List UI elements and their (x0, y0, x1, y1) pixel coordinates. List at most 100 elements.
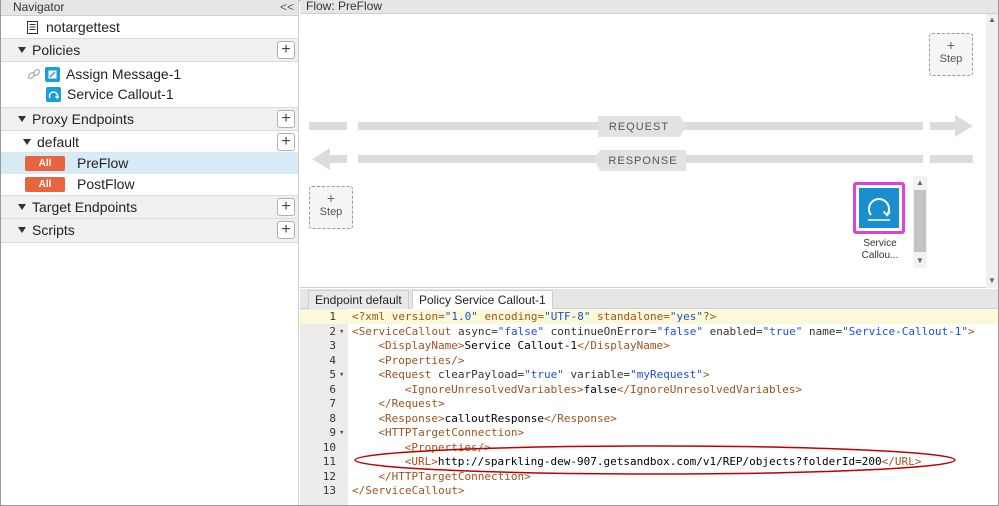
add-flow-button[interactable]: + (277, 133, 295, 151)
code-line[interactable]: 5 ▾ <Request clearPayload="true" variable=… (300, 368, 998, 383)
line-number: 1 (329, 310, 336, 323)
code-line[interactable]: 2 ▾ <ServiceCallout async="false" continue… (300, 325, 998, 340)
code-token: <URL> (404, 455, 438, 468)
service-callout-step[interactable] (853, 182, 905, 234)
scroll-up-icon[interactable]: ▲ (916, 178, 924, 187)
proxy-item[interactable]: notargettest (1, 16, 298, 38)
line-number: 5 (329, 368, 336, 381)
code-token: "1.0" (444, 310, 478, 323)
scroll-up-icon[interactable]: ▲ (988, 15, 996, 24)
collapse-navigator-button[interactable]: << (280, 0, 294, 14)
flow-label: PostFlow (77, 176, 135, 192)
code-token: <Properties/> (404, 440, 491, 454)
code-text: <HTTPTargetConnection> (378, 426, 524, 441)
add-script-button[interactable]: + (277, 221, 295, 239)
code-line[interactable]: 9 ▾ <HTTPTargetConnection> (300, 426, 998, 441)
fold-toggle-icon[interactable]: ▾ (339, 426, 344, 441)
code-line[interactable]: 4 <Properties/> (300, 354, 998, 369)
code-line[interactable]: 10 <Properties/> (300, 441, 998, 456)
editor-tabs: Endpoint default Policy Service Callout-… (300, 289, 998, 309)
caret-down-icon (18, 204, 26, 211)
code-token: > (967, 324, 975, 338)
line-number: 6 (329, 382, 336, 396)
code-line[interactable]: 13 </ServiceCallout> (300, 484, 998, 499)
code-line[interactable]: 1 <?xml version="1.0" encoding="UTF-8" st… (300, 310, 998, 325)
section-proxy-endpoints-label: Proxy Endpoints (32, 111, 134, 127)
tab-endpoint-default[interactable]: Endpoint default (308, 290, 409, 309)
response-scrollbar[interactable]: ▲ ▼ (913, 176, 927, 268)
fold-toggle-icon[interactable]: ▾ (339, 368, 344, 383)
flow-item-postflow[interactable]: All PostFlow (1, 174, 298, 195)
line-number: 13 (322, 484, 336, 497)
code-line[interactable]: 11 <URL>http://sparkling-dew-907.getsandb… (300, 455, 998, 470)
code-text: <Request clearPayload="true" variable="m… (378, 368, 709, 383)
code-token: <Properties/> (378, 353, 465, 367)
response-arrow-end (930, 155, 973, 163)
code-text: <IgnoreUnresolvedVariables>false</Ignore… (405, 383, 802, 398)
code-editor[interactable]: 1 <?xml version="1.0" encoding="UTF-8" st… (300, 309, 998, 505)
request-arrow-start (309, 122, 347, 130)
response-add-step-button[interactable]: + Step (309, 186, 353, 229)
code-line[interactable]: 6 <IgnoreUnresolvedVariables>false</Ignor… (300, 383, 998, 398)
endpoint-default[interactable]: default + (1, 131, 298, 153)
code-token: </DisplayName> (577, 339, 670, 352)
navigator-title: Navigator (13, 0, 65, 14)
section-target-endpoints[interactable]: Target Endpoints + (1, 195, 298, 219)
code-token: Service Callout-1 (464, 339, 578, 352)
code-token: <Response> (378, 411, 445, 425)
code-token: calloutResponse (444, 411, 544, 425)
plus-icon: + (326, 190, 336, 206)
line-number: 12 (322, 469, 336, 483)
section-policies[interactable]: Policies + (1, 38, 298, 62)
flow-scrollbar[interactable]: ▲ ▼ (986, 14, 998, 288)
scroll-down-icon[interactable]: ▼ (988, 276, 996, 285)
all-badge: All (25, 176, 65, 192)
proxy-name: notargettest (46, 19, 120, 35)
service-callout-icon (859, 188, 899, 228)
code-token: continueOnError= (544, 324, 657, 338)
flow-item-preflow[interactable]: All PreFlow (1, 153, 298, 174)
code-text: <Properties/> (378, 354, 464, 369)
response-arrow-head (312, 148, 347, 170)
section-scripts[interactable]: Scripts + (1, 219, 298, 243)
section-proxy-endpoints[interactable]: Proxy Endpoints + (1, 107, 298, 131)
code-token: </Request> (378, 397, 445, 410)
document-icon (27, 20, 38, 34)
add-policy-button[interactable]: + (277, 41, 295, 59)
code-token: > (702, 368, 710, 381)
code-token: "true" (524, 368, 564, 381)
caret-down-icon (23, 139, 31, 146)
code-token: enabled= (703, 324, 763, 338)
code-text: <?xml version="1.0" encoding="UTF-8" sta… (352, 310, 716, 325)
caret-down-icon (18, 116, 26, 123)
request-arrow-head (930, 115, 973, 137)
code-text: <Properties/> (405, 441, 491, 456)
code-line[interactable]: 12 </HTTPTargetConnection> (300, 470, 998, 485)
code-text: </Request> (378, 397, 444, 412)
code-text: <DisplayName>Service Callout-1</DisplayN… (378, 339, 669, 354)
code-line[interactable]: 3 <DisplayName>Service Callout-1</Display… (300, 339, 998, 354)
add-proxy-endpoint-button[interactable]: + (277, 110, 295, 128)
line-number: 3 (329, 339, 336, 352)
response-label: RESPONSE (608, 155, 678, 167)
policy-label: Assign Message-1 (66, 66, 182, 82)
tab-policy-service-callout[interactable]: Policy Service Callout-1 (412, 290, 553, 309)
fold-toggle-icon[interactable]: ▾ (339, 325, 344, 340)
code-token: <HTTPTargetConnection> (378, 426, 525, 439)
code-token: <Request (378, 368, 432, 381)
line-number: 11 (322, 455, 336, 468)
policy-item-service-callout[interactable]: Service Callout-1 (1, 84, 298, 104)
section-policies-label: Policies (32, 42, 81, 58)
code-line[interactable]: 7 </Request> (300, 397, 998, 412)
policy-label-line2: Callou... (861, 250, 899, 261)
navigator-panel: Navigator << notargettest Policies + Ass… (1, 0, 299, 505)
add-target-endpoint-button[interactable]: + (277, 198, 295, 216)
policy-label-line1: Service (863, 238, 897, 249)
code-token: "myRequest" (630, 368, 703, 381)
scroll-down-icon[interactable]: ▼ (916, 256, 924, 265)
code-line[interactable]: 8 <Response>calloutResponse</Response> (300, 412, 998, 427)
code-text: </ServiceCallout> (352, 484, 465, 499)
scrollbar-thumb[interactable] (914, 190, 926, 252)
policy-item-assign-message[interactable]: Assign Message-1 (1, 64, 298, 84)
code-token: ?> (703, 310, 717, 323)
